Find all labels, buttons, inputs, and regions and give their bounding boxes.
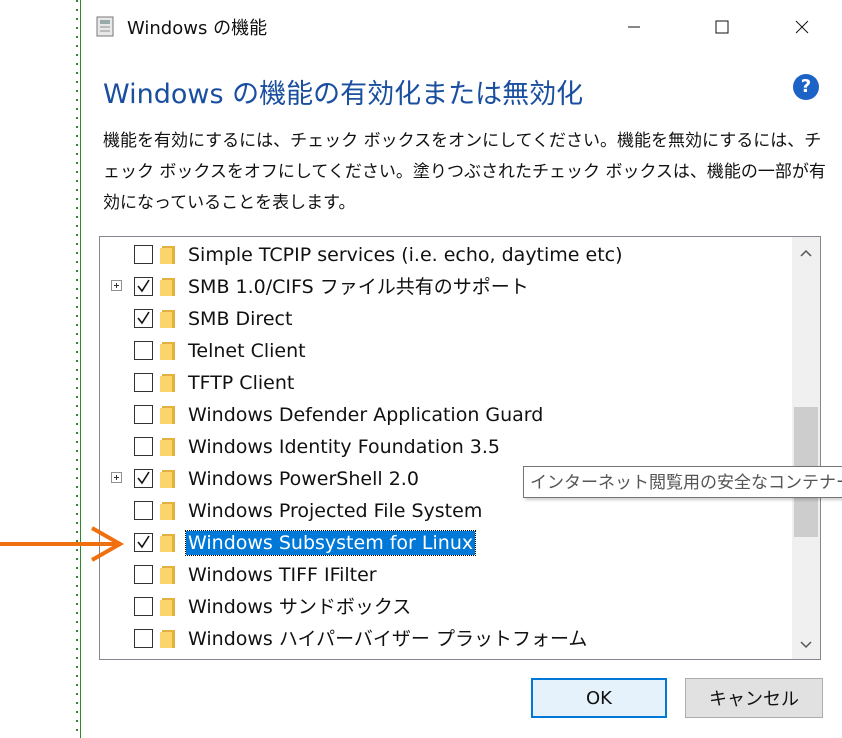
feature-label: Windows Identity Foundation 3.5: [188, 436, 501, 458]
feature-checkbox[interactable]: [134, 373, 153, 392]
feature-checkbox[interactable]: [134, 405, 153, 424]
folder-icon: [160, 597, 176, 617]
feature-label: Windows PowerShell 2.0: [188, 468, 419, 490]
cancel-button[interactable]: キャンセル: [685, 678, 823, 718]
feature-row[interactable]: TFTP Client: [100, 367, 792, 399]
feature-row[interactable]: Windows Projected File System: [100, 495, 792, 527]
maximize-button[interactable]: [699, 8, 745, 46]
description-text: 機能を有効にするには、チェック ボックスをオンにしてください。機能を無効にするに…: [103, 131, 826, 213]
checkmark-icon: [137, 311, 150, 325]
chevron-up-icon: [800, 249, 812, 257]
features-app-icon: [96, 16, 114, 37]
feature-checkbox[interactable]: [134, 501, 153, 520]
folder-icon: [160, 309, 176, 329]
feature-tooltip: インターネット閲覧用の安全なコンテナー: [523, 466, 842, 498]
folder-icon: [160, 405, 176, 425]
scroll-down-button[interactable]: [792, 631, 820, 659]
feature-row[interactable]: Windows Subsystem for Linux: [100, 527, 792, 559]
feature-label: Windows Projected File System: [188, 500, 483, 522]
feature-checkbox[interactable]: [134, 629, 153, 648]
folder-icon: [160, 277, 176, 297]
ok-button[interactable]: OK: [531, 678, 667, 718]
features-tree[interactable]: Simple TCPIP services (i.e. echo, daytim…: [99, 236, 821, 660]
feature-label: Windows ハイパーバイザー プラットフォーム: [188, 628, 588, 650]
feature-label: Telnet Client: [188, 340, 306, 362]
feature-label: TFTP Client: [188, 372, 295, 394]
windows-features-dialog: Windows の機能 Windows の機能の有効化または無効化 ? 機能を有…: [80, 0, 842, 738]
annotation-arrow-icon: [0, 526, 125, 562]
feature-checkbox[interactable]: [134, 277, 153, 296]
feature-row[interactable]: Telnet Client: [100, 335, 792, 367]
feature-row[interactable]: Simple TCPIP services (i.e. echo, daytim…: [100, 239, 792, 271]
chevron-down-icon: [800, 641, 812, 649]
feature-row[interactable]: Windows Defender Application Guard: [100, 399, 792, 431]
folder-icon: [160, 533, 176, 553]
feature-row[interactable]: Windows サンドボックス: [100, 591, 792, 623]
help-icon[interactable]: ?: [793, 74, 819, 100]
feature-row[interactable]: Windows Identity Foundation 3.5: [100, 431, 792, 463]
feature-label: Simple TCPIP services (i.e. echo, daytim…: [188, 244, 623, 266]
page-heading: Windows の機能の有効化または無効化: [103, 79, 584, 110]
folder-icon: [160, 469, 176, 489]
maximize-icon: [715, 20, 729, 34]
window-title: Windows の機能: [127, 18, 268, 39]
feature-checkbox[interactable]: [134, 565, 153, 584]
feature-label: SMB Direct: [188, 308, 293, 330]
feature-row[interactable]: Windows ハイパーバイザー プラットフォーム: [100, 623, 792, 655]
feature-label: Windows Subsystem for Linux: [184, 530, 477, 556]
title-bar: Windows の機能: [81, 0, 842, 54]
feature-row[interactable]: SMB 1.0/CIFS ファイル共有のサポート: [100, 271, 792, 303]
vertical-scrollbar[interactable]: [792, 237, 820, 659]
folder-icon: [160, 373, 176, 393]
feature-row[interactable]: SMB Direct: [100, 303, 792, 335]
feature-label: Windows サンドボックス: [188, 596, 412, 618]
feature-label: Windows Defender Application Guard: [188, 404, 544, 426]
folder-icon: [160, 565, 176, 585]
feature-row[interactable]: [100, 655, 792, 659]
feature-checkbox[interactable]: [134, 437, 153, 456]
feature-checkbox[interactable]: [134, 469, 153, 488]
expand-plus-icon[interactable]: [111, 280, 122, 291]
feature-label: SMB 1.0/CIFS ファイル共有のサポート: [188, 276, 529, 298]
checkmark-icon: [137, 471, 150, 485]
feature-row[interactable]: Windows TIFF IFilter: [100, 559, 792, 591]
minimize-icon: [628, 26, 640, 28]
folder-icon: [160, 501, 176, 521]
expand-plus-icon[interactable]: [111, 472, 122, 483]
checkmark-icon: [137, 279, 150, 293]
folder-icon: [160, 341, 176, 361]
close-button[interactable]: [779, 8, 825, 46]
feature-checkbox[interactable]: [134, 597, 153, 616]
close-icon: [795, 20, 809, 34]
minimize-button[interactable]: [611, 8, 657, 46]
feature-checkbox[interactable]: [134, 533, 153, 552]
checkmark-icon: [137, 535, 150, 549]
scroll-up-button[interactable]: [792, 239, 820, 267]
feature-checkbox[interactable]: [134, 309, 153, 328]
feature-checkbox[interactable]: [134, 245, 153, 264]
feature-label: Windows TIFF IFilter: [188, 564, 377, 586]
folder-icon: [160, 437, 176, 457]
folder-icon: [160, 629, 176, 649]
background-strip: [0, 0, 80, 738]
folder-icon: [160, 245, 176, 265]
feature-checkbox[interactable]: [134, 341, 153, 360]
